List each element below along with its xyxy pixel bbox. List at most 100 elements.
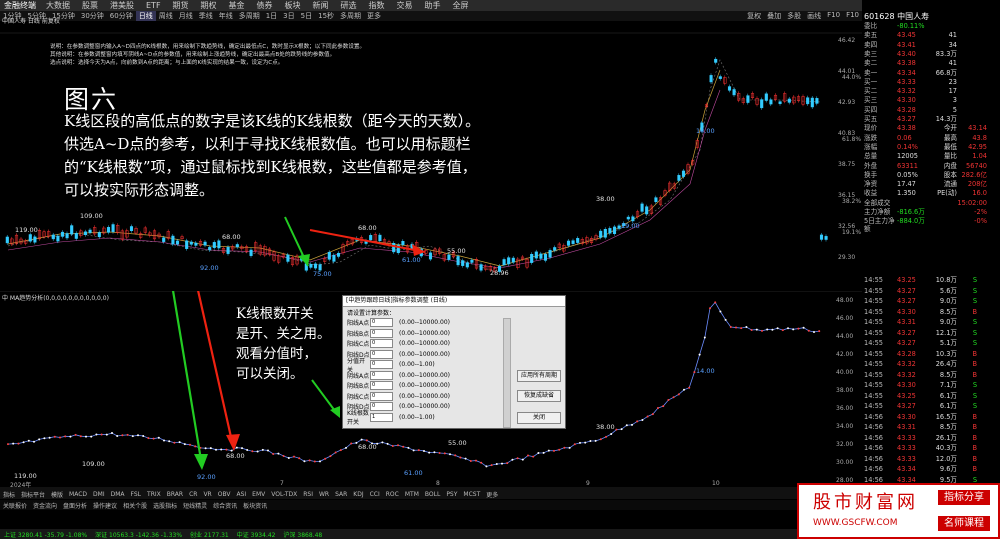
period-tab[interactable]: 季线 [196,11,216,21]
param-input[interactable]: 1 [370,412,393,422]
menu-item[interactable]: 基金 [223,0,251,11]
indicator-tab[interactable]: 模版 [48,490,66,499]
bottom-tab[interactable]: 板块资讯 [240,501,270,510]
period-tab[interactable]: 1日 [263,11,280,21]
quote-label: 涨跌 [864,133,878,142]
period-tab[interactable]: 5日 [298,11,315,21]
parameter-dialog[interactable]: [中趋势跟踪日线]指标参数调整 (日线) 请设置计算参数： 阳线A点 0 (0.00… [342,295,566,429]
indicator-tab[interactable]: ASI [233,491,249,498]
param-input[interactable]: 0 [370,370,393,380]
indicator-tab[interactable]: WR [316,491,332,498]
indicator-tab[interactable]: RSI [300,491,316,498]
indicator-tab[interactable]: OBV [215,491,234,498]
period-tab[interactable]: 30分钟 [78,11,107,21]
restore-default-button[interactable]: 恢复成缺省 [517,390,561,402]
indicator-tab[interactable]: DMI [90,491,108,498]
tick-side: B [972,454,977,463]
indicator-tab[interactable]: VOL-TDX [268,491,300,498]
param-input[interactable]: 0 [370,402,393,411]
quote-value: 3 [952,96,957,105]
bottom-tab[interactable]: 盘面分析 [60,501,90,510]
tool-button[interactable]: 画线 [804,11,824,21]
indicator-tab[interactable]: VR [200,491,214,498]
menu-item[interactable]: 港美股 [104,0,140,11]
bottom-tab[interactable]: 关联报价 [0,501,30,510]
indicator-tab[interactable]: MCST [460,491,483,498]
bottom-tab[interactable]: 短线精灵 [180,501,210,510]
indicator-tab[interactable]: CCI [367,491,383,498]
bottom-tab[interactable]: 资金流向 [30,501,60,510]
menu-item[interactable]: 助手 [419,0,447,11]
param-range: (0.00--10000.00) [399,319,450,326]
quote-value: 43.40 [897,49,916,58]
period-tab[interactable]: 多周期 [337,11,364,21]
menu-item[interactable]: 研选 [335,0,363,11]
quote-label: 总量 [864,152,878,161]
param-input[interactable]: 0 [370,318,393,327]
indicator-tab[interactable]: FSL [128,491,145,498]
period-tab[interactable]: 月线 [176,11,196,21]
indicator-tab[interactable]: 指标 [0,490,18,499]
period-tab[interactable]: 3日 [280,11,297,21]
period-tab[interactable]: 多周期 [236,11,263,21]
indicator-tab[interactable]: BOLL [422,491,443,498]
menu-item[interactable]: 板块 [279,0,307,11]
param-input[interactable]: 0 [370,339,393,348]
candle [511,257,515,263]
candle [309,264,313,268]
indicator-tab[interactable]: TRIX [144,491,164,498]
period-tab[interactable]: 60分钟 [107,11,136,21]
period-tab[interactable]: 周线 [156,11,176,21]
menu-item[interactable]: ETF [140,1,167,10]
quote-row: 买一 43.33 23 [864,78,998,86]
indicator-tab[interactable]: 指标平台 [18,490,48,499]
menu-item[interactable]: 交易 [391,0,419,11]
indicator-tab[interactable]: MTM [402,491,422,498]
param-input[interactable]: 0 [370,328,393,338]
indicator-tab[interactable]: 更多 [483,490,501,499]
watermark-tag: 名师课程 [938,516,990,531]
tool-button[interactable]: 叠加 [764,11,784,21]
candle [553,247,557,251]
param-input[interactable]: 0 [370,360,393,369]
period-tab[interactable]: 更多 [364,11,384,21]
bottom-tab[interactable]: 选股指标 [150,501,180,510]
tool-button[interactable]: F10 [843,11,862,21]
menu-item[interactable]: 全屏 [447,0,475,11]
menu-item[interactable]: 大数据 [40,0,76,11]
bottom-tab[interactable]: 操作建议 [90,501,120,510]
apply-all-periods-button[interactable]: 应用所有周期 [517,370,561,382]
dialog-scrollbar[interactable] [503,318,511,428]
menu-item[interactable]: 期货 [167,0,195,11]
param-input[interactable]: 0 [370,381,393,390]
indicator-tab[interactable]: CR [186,491,200,498]
menu-item[interactable]: 指数 [363,0,391,11]
indicator-tab[interactable]: SAR [332,491,350,498]
close-button[interactable]: 关闭 [517,412,561,424]
indicator-dot [428,451,431,454]
menu-item[interactable]: 股票 [76,0,104,11]
candle [235,244,239,248]
period-tab[interactable]: 日线 [135,11,156,21]
indicator-tab[interactable]: ROC [383,491,402,498]
indicator-tab[interactable]: EMV [249,491,268,498]
period-tab[interactable]: 15秒 [315,11,337,21]
indicator-tab[interactable]: DMA [108,491,128,498]
bottom-tab[interactable]: 相关个股 [120,501,150,510]
param-input[interactable]: 0 [370,349,393,359]
param-input[interactable]: 0 [370,391,393,401]
menu-item[interactable]: 债券 [251,0,279,11]
tool-button[interactable]: F10 [824,11,843,21]
indicator-tab[interactable]: KDJ [350,491,366,498]
menu-item[interactable]: 新闻 [307,0,335,11]
quote-value: 23 [948,77,957,86]
tool-button[interactable]: 复权 [744,11,764,21]
period-tab[interactable]: 年线 [216,11,236,21]
indicator-tab[interactable]: BRAR [164,491,186,498]
bottom-tab[interactable]: 综合资讯 [210,501,240,510]
indicator-tab[interactable]: PSY [443,491,460,498]
tool-button[interactable]: 多股 [784,11,804,21]
menu-item[interactable]: 期权 [195,0,223,11]
watermark-url: WWW.GSCFW.COM [813,518,898,528]
indicator-tab[interactable]: MACD [66,491,90,498]
